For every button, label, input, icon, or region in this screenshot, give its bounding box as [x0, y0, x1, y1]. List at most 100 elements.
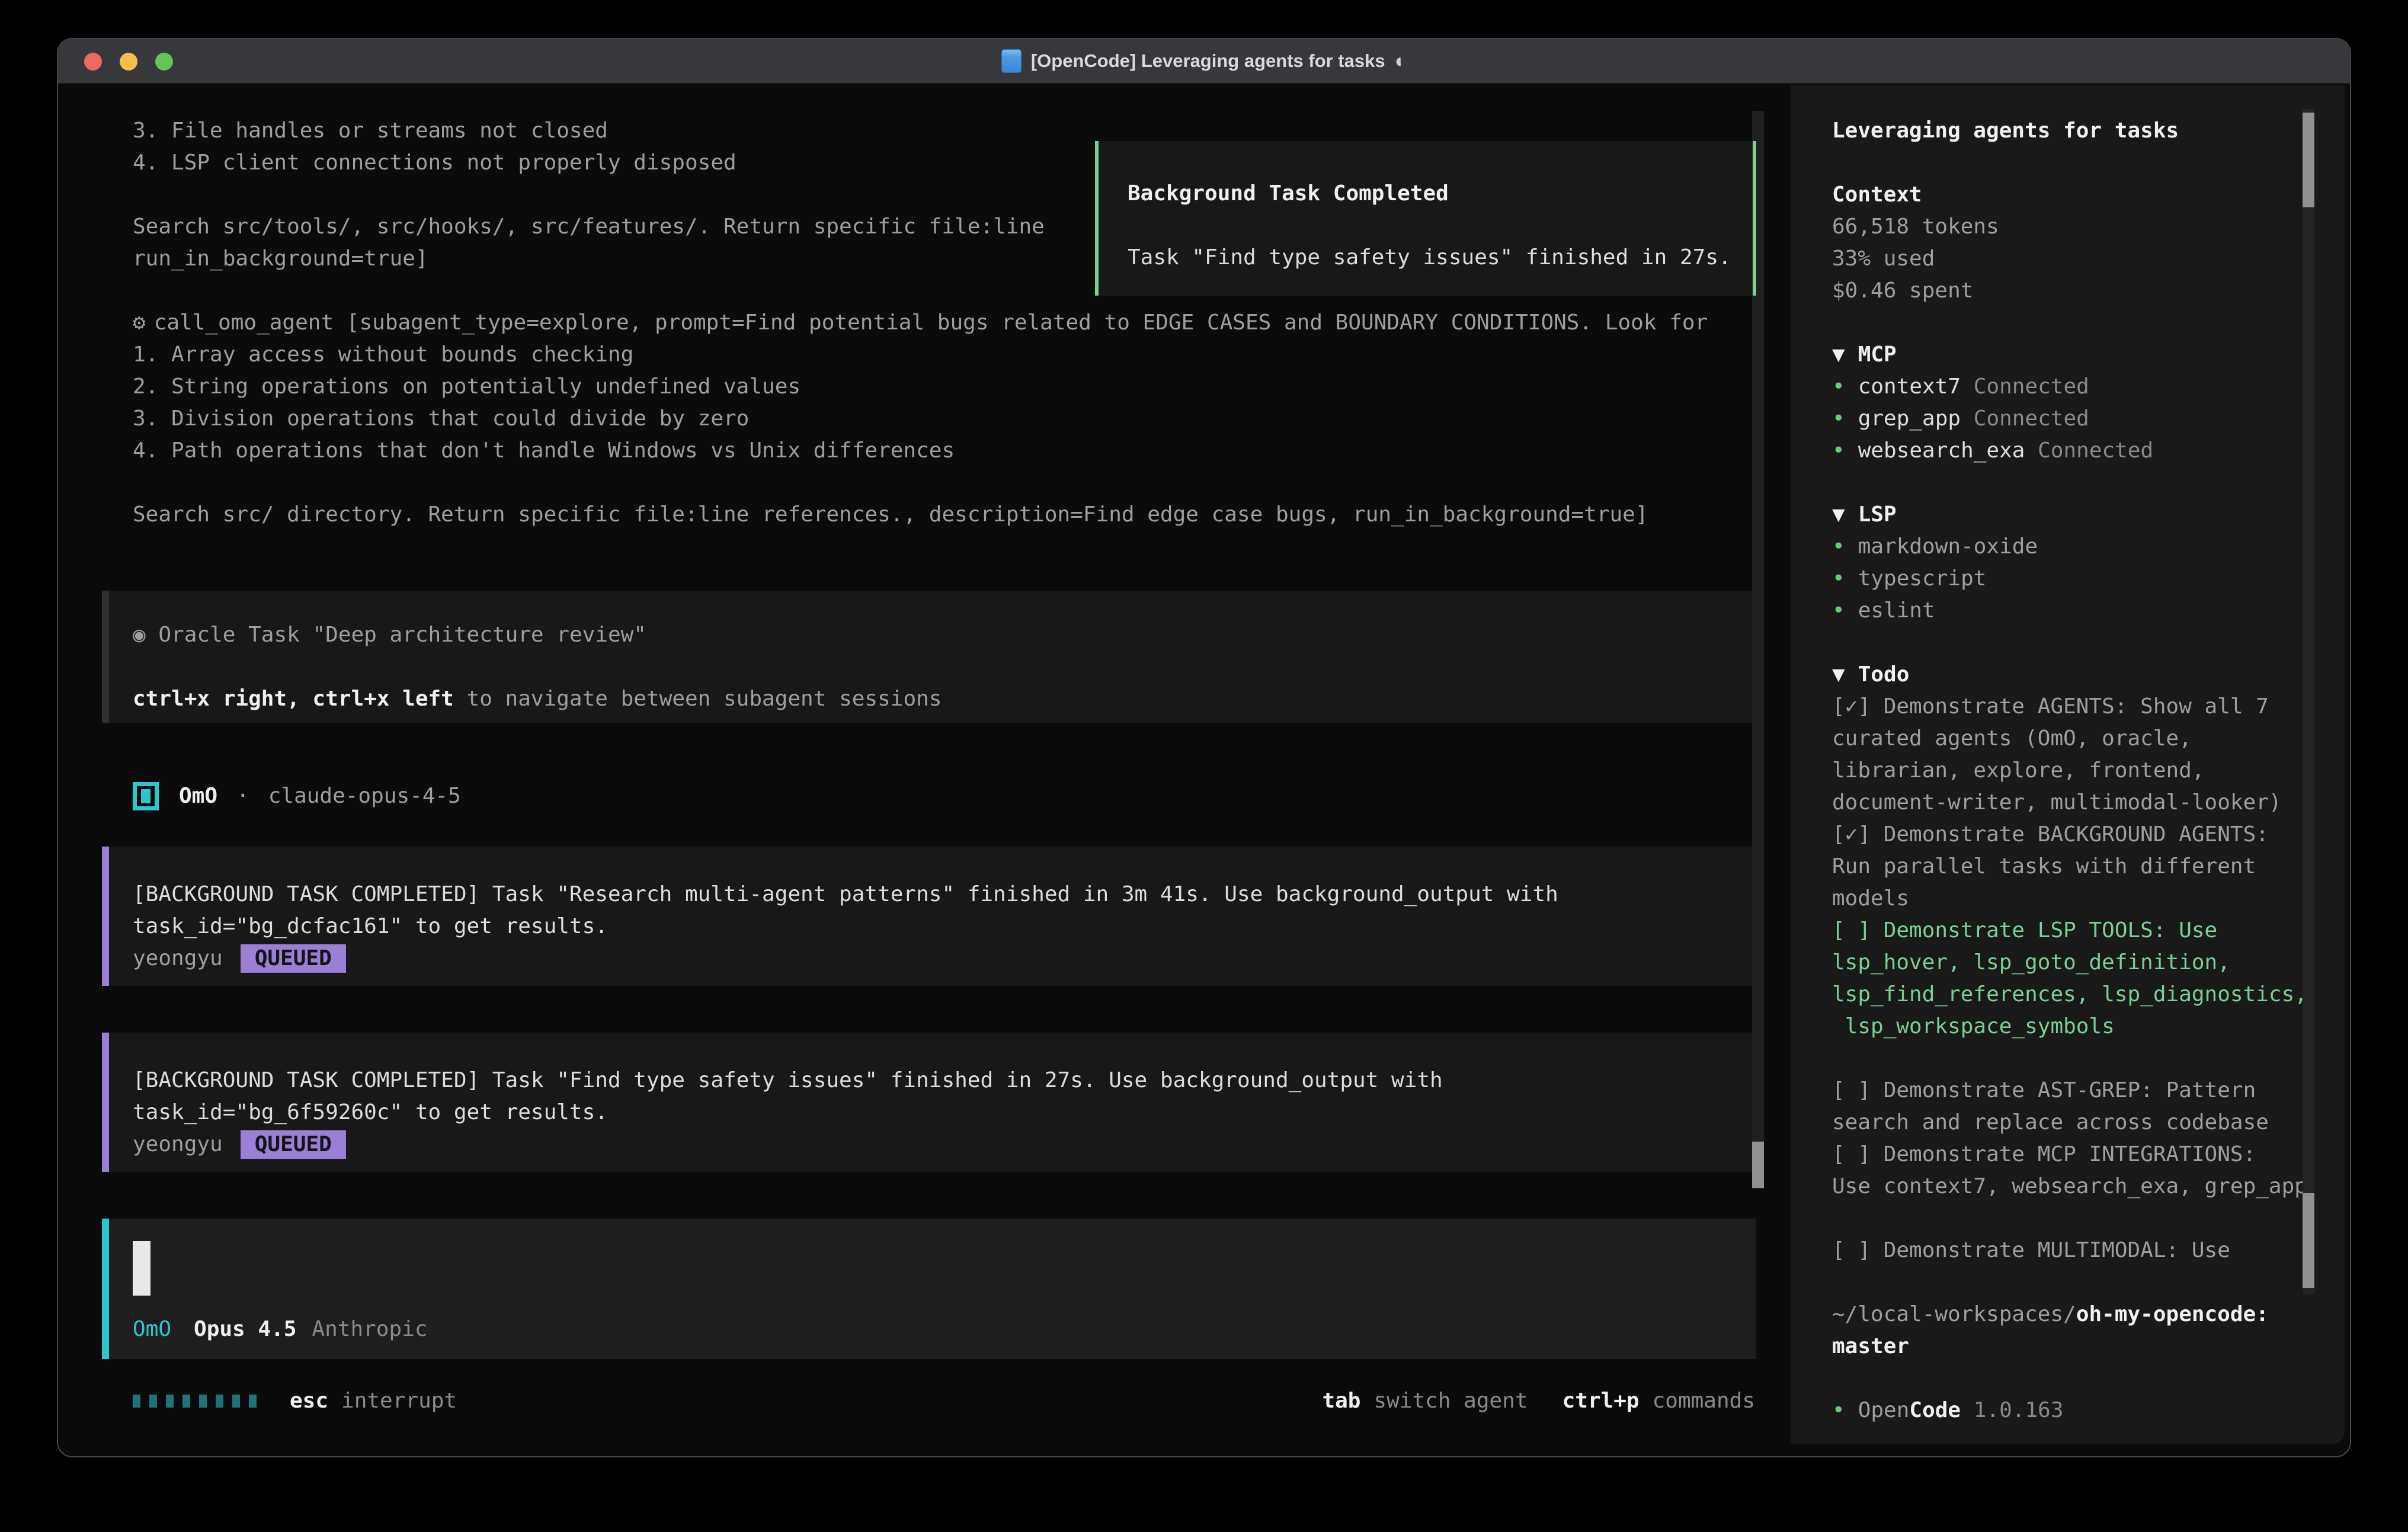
mcp-status: Connected: [1974, 406, 2089, 431]
mcp-name: context7: [1858, 374, 1961, 399]
status-dot-icon: •: [1832, 438, 1845, 463]
task-message-line-1: [BACKGROUND TASK COMPLETED] Task "Find t…: [133, 1065, 1756, 1097]
oracle-dot-icon: ◉: [133, 623, 146, 647]
status-dot-icon: •: [1832, 598, 1845, 623]
mcp-name: websearch_exa: [1858, 438, 2025, 463]
lsp-item: • eslint: [1832, 595, 2345, 627]
mcp-section-header[interactable]: ▼MCP: [1832, 339, 2345, 371]
statusbar-left: esc interrupt: [133, 1385, 457, 1417]
sidebar: Leveraging agents for tasks Context 66,5…: [1791, 85, 2345, 1444]
tool-call-line: ⚙call_omo_agent [subagent_type=explore, …: [133, 307, 1708, 339]
lsp-section-header[interactable]: ▼LSP: [1832, 499, 2345, 531]
progress-circle-icon: ◐: [1395, 50, 1407, 73]
window-title-text: [OpenCode] Leveraging agents for tasks: [1031, 50, 1385, 72]
background-task-card[interactable]: [BACKGROUND TASK COMPLETED] Task "Resear…: [102, 847, 1756, 986]
todo-line-active: lsp_find_references, lsp_diagnostics,: [1832, 979, 2345, 1011]
spinner-dots-icon: [133, 1395, 257, 1408]
task-footer: yeongyu QUEUED: [133, 1129, 1756, 1161]
status-dot-icon: •: [1832, 406, 1845, 431]
maximize-window-button[interactable]: [155, 53, 173, 70]
lsp-name: typescript: [1858, 566, 1987, 591]
task-message-line-1: [BACKGROUND TASK COMPLETED] Task "Resear…: [133, 879, 1756, 911]
tool-call-title: call_omo_agent [subagent_type=explore, p…: [154, 310, 1708, 335]
todo-section-header[interactable]: ▼Todo: [1832, 659, 2345, 691]
mcp-name: grep_app: [1858, 406, 1961, 431]
agent-square-icon: [133, 782, 159, 810]
content-scrollbar-thumb[interactable]: [1752, 1142, 1764, 1188]
tab-key-label: switch agent: [1373, 1385, 1528, 1417]
todo-line: Run parallel tasks with different: [1832, 851, 2345, 883]
tool-call-line: Search src/ directory. Return specific f…: [133, 499, 1708, 531]
oracle-task-title-line: ◉ Oracle Task "Deep architecture review": [133, 619, 1756, 651]
workspace-path-prefix: ~/local-workspaces/: [1832, 1302, 2076, 1326]
titlebar: [OpenCode] Leveraging agents for tasks ◐: [58, 39, 2350, 84]
caret-down-icon: ▼: [1832, 662, 1845, 687]
app-version: 1.0.163: [1974, 1398, 2064, 1422]
lsp-item: •typescript: [1832, 563, 2345, 595]
background-task-toast[interactable]: Background Task Completed Task "Find typ…: [1095, 141, 1756, 296]
oracle-hint-keys: ctrl+x right, ctrl+x left: [133, 687, 454, 711]
lsp-name: eslint: [1858, 598, 1935, 623]
sidebar-scrollbar-track[interactable]: [2303, 109, 2314, 1294]
oracle-hint-text: to navigate between subagent sessions: [454, 687, 942, 711]
toast-blank-line: [1128, 210, 1753, 242]
sidebar-scrollbar-thumb[interactable]: [2303, 113, 2314, 207]
window-title: [OpenCode] Leveraging agents for tasks ◐: [1001, 49, 1407, 73]
mcp-item: • grep_app Connected: [1832, 403, 2345, 435]
todo-line: [✓] Demonstrate AGENTS: Show all 7: [1832, 691, 2345, 723]
oracle-task-card[interactable]: ◉ Oracle Task "Deep architecture review"…: [102, 591, 1756, 723]
todo-line: [ ] Demonstrate MULTIMODAL: Use: [1832, 1235, 2345, 1267]
todo-line: search and replace across codebase: [1832, 1107, 2345, 1139]
app-name-suffix: Code: [1909, 1398, 1961, 1422]
folder-icon: [1001, 49, 1022, 73]
todo-line: Use context7, websearch_exa, grep_app: [1832, 1171, 2345, 1203]
todo-scrollbar-thumb[interactable]: [2303, 1193, 2314, 1288]
oracle-blank-line: [133, 651, 1756, 683]
task-status-badge: QUEUED: [241, 1130, 346, 1159]
task-status-badge: QUEUED: [241, 944, 346, 973]
toast-title: Background Task Completed: [1128, 178, 1753, 210]
input-model-line: OmO Opus 4.5 Anthropic: [133, 1313, 428, 1345]
mcp-status: Connected: [1974, 374, 2089, 399]
task-user: yeongyu: [133, 1132, 223, 1156]
prompt-input[interactable]: OmO Opus 4.5 Anthropic: [102, 1219, 1756, 1359]
agent-name: OmO: [179, 780, 217, 812]
mcp-heading: MCP: [1858, 342, 1897, 367]
tab-key-hint: tab: [1322, 1385, 1360, 1417]
task-footer: yeongyuQUEUED: [133, 943, 1756, 975]
todo-line: [ ] Demonstrate MCP INTEGRATIONS:: [1832, 1139, 2345, 1171]
background-task-card[interactable]: [BACKGROUND TASK COMPLETED] Task "Find t…: [102, 1033, 1756, 1172]
commands-key-hint: ctrl+p: [1562, 1385, 1640, 1417]
todo-line: curated agents (OmO, oracle,: [1832, 723, 2345, 755]
task-message-line-2: task_id="bg_dcfac161" to get results.: [133, 911, 1756, 943]
tool-call-line: 2. String operations on potentially unde…: [133, 371, 1708, 403]
lsp-heading: LSP: [1858, 502, 1897, 527]
close-window-button[interactable]: [84, 53, 102, 70]
input-agent-name: OmO: [133, 1313, 171, 1345]
commands-key-label: commands: [1653, 1385, 1755, 1417]
status-dot-icon: •: [1832, 1398, 1845, 1422]
text-cursor: [133, 1241, 150, 1296]
oracle-task-title: Oracle Task "Deep architecture review": [158, 623, 646, 647]
todo-line-active: [ ] Demonstrate LSP TOOLS: Use: [1832, 915, 2345, 947]
todo-line-active: lsp_workspace_symbols: [1832, 1011, 2345, 1043]
esc-key-label: interrupt: [341, 1385, 457, 1417]
agent-separator: ·: [236, 780, 249, 812]
todo-line: [ ] Demonstrate AST-GREP: Pattern: [1832, 1075, 2345, 1107]
todo-line: models: [1832, 883, 2345, 915]
app-window: [OpenCode] Leveraging agents for tasks ◐…: [57, 38, 2351, 1457]
context-heading: Context: [1832, 179, 2345, 211]
agent-header: OmO · claude-opus-4-5: [133, 780, 461, 812]
agent-model: claude-opus-4-5: [268, 780, 461, 812]
todo-line: [✓] Demonstrate BACKGROUND AGENTS:: [1832, 819, 2345, 851]
todo-line-active: lsp_hover, lsp_goto_definition,: [1832, 947, 2345, 979]
session-title: Leveraging agents for tasks: [1832, 115, 2345, 147]
minimize-window-button[interactable]: [120, 53, 137, 70]
status-dot-icon: •: [1832, 374, 1845, 399]
lsp-item: • markdown-oxide: [1832, 531, 2345, 563]
workspace-branch: master: [1832, 1331, 2345, 1363]
oracle-hint-line: ctrl+x right, ctrl+x left to navigate be…: [133, 683, 1756, 715]
status-dot-icon: •: [1832, 534, 1845, 559]
tool-call-line: 4. Path operations that don't handle Win…: [133, 435, 1708, 467]
lsp-name: markdown-oxide: [1858, 534, 2038, 559]
